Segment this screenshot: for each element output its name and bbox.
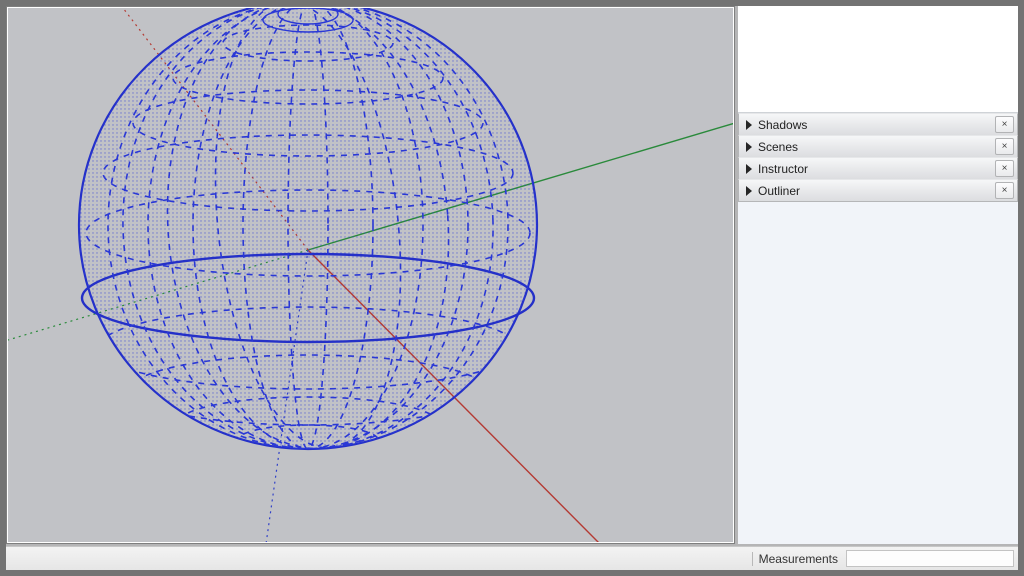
- chevron-right-icon: [746, 164, 752, 174]
- chevron-right-icon: [746, 186, 752, 196]
- viewport-3d[interactable]: [8, 8, 733, 542]
- panel-close-button[interactable]: ×: [995, 116, 1014, 133]
- sphere-wireframe[interactable]: [79, 8, 537, 458]
- side-blank-area: [738, 6, 1018, 113]
- panel-instructor[interactable]: Instructor ×: [738, 157, 1018, 180]
- app-window: Shadows × Scenes × Instructor ×: [0, 0, 1024, 576]
- panel-close-button[interactable]: ×: [995, 182, 1014, 199]
- status-bar: Measurements: [6, 546, 1018, 570]
- panel-close-button[interactable]: ×: [995, 138, 1014, 155]
- client-area: Shadows × Scenes × Instructor ×: [6, 6, 1018, 570]
- panel-label: Instructor: [758, 162, 995, 176]
- chevron-right-icon: [746, 120, 752, 130]
- close-icon: ×: [1002, 186, 1008, 196]
- side-tray: Shadows × Scenes × Instructor ×: [738, 6, 1018, 544]
- close-icon: ×: [1002, 164, 1008, 174]
- scene-svg: [8, 8, 733, 542]
- panel-outliner[interactable]: Outliner ×: [738, 179, 1018, 202]
- chevron-right-icon: [746, 142, 752, 152]
- panel-close-button[interactable]: ×: [995, 160, 1014, 177]
- panel-label: Scenes: [758, 140, 995, 154]
- panel-label: Shadows: [758, 118, 995, 132]
- status-separator: [752, 552, 753, 566]
- measurements-input[interactable]: [846, 550, 1014, 567]
- close-icon: ×: [1002, 142, 1008, 152]
- close-icon: ×: [1002, 120, 1008, 130]
- viewport-frame: [6, 6, 735, 544]
- panel-label: Outliner: [758, 184, 995, 198]
- panel-shadows[interactable]: Shadows ×: [738, 113, 1018, 136]
- panel-scenes[interactable]: Scenes ×: [738, 135, 1018, 158]
- measurements-label: Measurements: [759, 552, 846, 566]
